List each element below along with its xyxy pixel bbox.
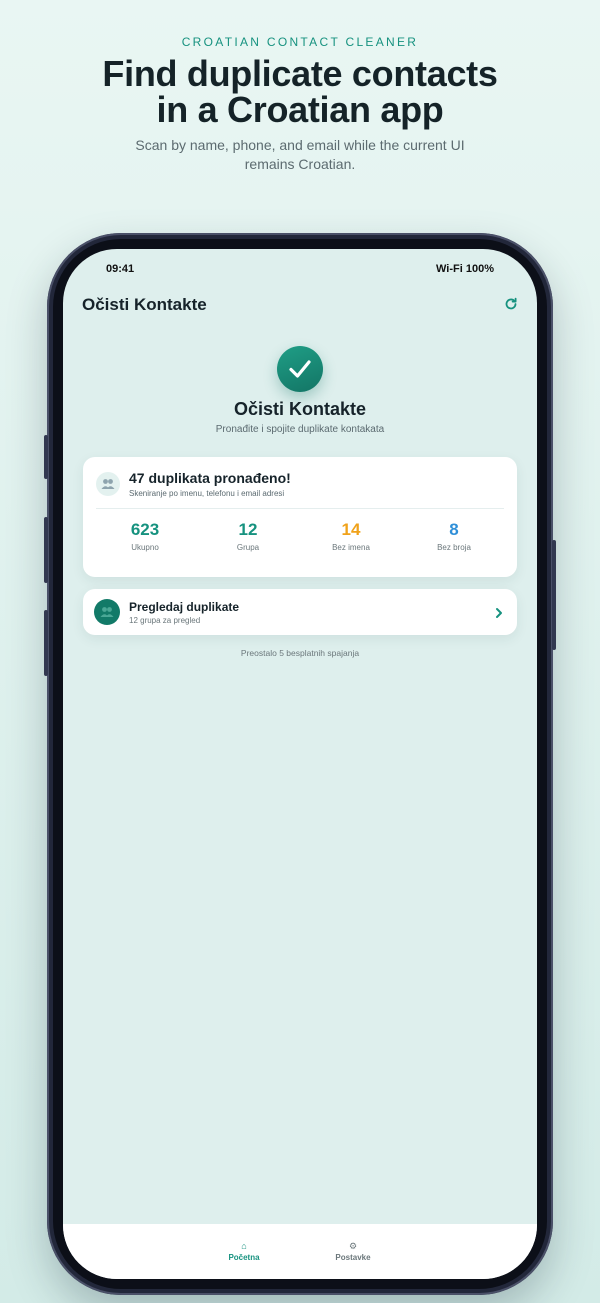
- app-screen: 09:41 Wi-Fi 100% Očisti Kontakte Očisti …: [63, 249, 537, 1279]
- status-bar: 09:41 Wi-Fi 100%: [63, 249, 537, 289]
- remaining-merges-text: Preostalo 5 besplatnih spajanja: [240, 648, 360, 658]
- tab-settings-label: Postavke: [335, 1253, 371, 1262]
- gear-icon: ⚙: [348, 1241, 358, 1251]
- app-bar-title: Očisti Kontakte: [82, 295, 207, 314]
- tab-home-label: Početna: [228, 1253, 260, 1262]
- header-subtitle: Pronađite i spojite duplikate kontakata: [215, 424, 385, 435]
- header-title: Očisti Kontakte: [233, 399, 367, 419]
- stat-total: 623 Ukupno: [95, 520, 195, 552]
- phone-power-button: [552, 540, 556, 650]
- refresh-icon[interactable]: [503, 296, 519, 312]
- home-icon: ⌂: [241, 1241, 247, 1251]
- status-time: 09:41: [106, 263, 135, 275]
- phone-volume-down-button: [44, 610, 48, 676]
- chevron-right-icon: [494, 606, 504, 618]
- phone-volume-up-button: [44, 517, 48, 583]
- stat-no-name-label: Bez imena: [332, 543, 370, 552]
- stat-no-number-value: 8: [449, 520, 459, 539]
- results-card: 47 duplikata pronađeno! Skeniranje po im…: [83, 457, 517, 577]
- tab-home[interactable]: ⌂ Početna: [204, 1241, 284, 1262]
- review-subtitle: 12 grupa za pregled: [129, 616, 201, 625]
- phone-mute-switch: [44, 435, 48, 479]
- check-icon: [277, 346, 323, 392]
- review-duplicates-button[interactable]: Pregledaj duplikate 12 grupa za pregled: [83, 589, 517, 635]
- tab-bar: ⌂ Početna ⚙ Postavke: [63, 1224, 537, 1279]
- hero-eyebrow: CROATIAN CONTACT CLEANER: [181, 35, 419, 49]
- stat-groups-label: Grupa: [236, 543, 260, 552]
- results-subtitle: Skeniranje po imenu, telefonu i email ad…: [129, 489, 285, 498]
- hero-headline: Find duplicate contacts in a Croatian ap…: [0, 56, 600, 128]
- results-divider: [96, 508, 504, 509]
- people-icon: [94, 599, 120, 625]
- stat-total-label: Ukupno: [131, 543, 159, 552]
- people-icon: [96, 472, 120, 496]
- stat-groups-value: 12: [238, 520, 258, 539]
- stat-no-number-label: Bez broja: [437, 543, 471, 552]
- stat-groups: 12 Grupa: [198, 520, 298, 552]
- hero-subline: Scan by name, phone, and email while the…: [135, 137, 465, 172]
- hero-headline-line1: Find duplicate contacts: [102, 53, 498, 94]
- stat-no-name-value: 14: [341, 520, 361, 539]
- hero-headline-line2: in a Croatian app: [156, 89, 444, 130]
- results-title: 47 duplikata pronađeno!: [129, 470, 291, 486]
- stat-no-number: 8 Bez broja: [404, 520, 504, 552]
- stat-total-value: 623: [130, 520, 160, 539]
- tab-settings[interactable]: ⚙ Postavke: [313, 1241, 393, 1262]
- review-title: Pregledaj duplikate: [129, 600, 240, 614]
- stat-no-name: 14 Bez imena: [301, 520, 401, 552]
- status-connectivity: Wi-Fi 100%: [436, 263, 494, 275]
